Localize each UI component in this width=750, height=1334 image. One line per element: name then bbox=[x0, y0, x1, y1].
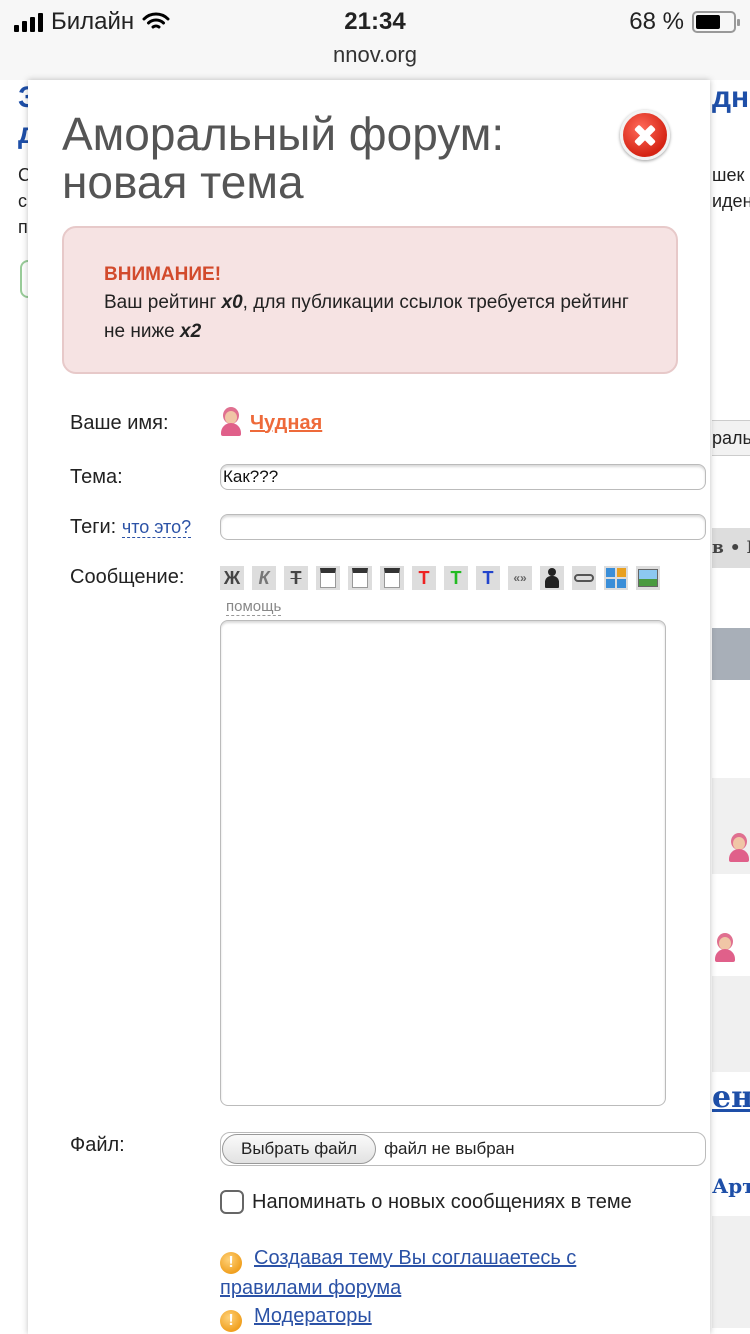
moderators-link[interactable]: Модераторы bbox=[254, 1305, 372, 1327]
blue-text-button[interactable]: Т bbox=[476, 566, 500, 590]
italic-button[interactable]: К bbox=[252, 566, 276, 590]
quote-button[interactable]: «» bbox=[508, 566, 532, 590]
current-rating: x0 bbox=[221, 292, 243, 313]
bg-avatar-2 bbox=[714, 936, 738, 962]
required-rating: x2 bbox=[180, 321, 202, 342]
user-icon bbox=[545, 568, 559, 588]
align-center-button[interactable] bbox=[348, 566, 372, 590]
rules-link[interactable]: Создавая тему Вы соглашаетесь с bbox=[254, 1247, 576, 1269]
tags-help-link[interactable]: что это? bbox=[121, 517, 192, 538]
gallery-button[interactable] bbox=[604, 566, 628, 590]
notify-label: Напоминать о новых сообщениях в теме bbox=[252, 1190, 632, 1213]
bg-strip-1: раль bbox=[712, 420, 750, 456]
address-bar-url[interactable]: nnov.org bbox=[0, 42, 750, 68]
female-user-icon bbox=[220, 410, 242, 436]
bg-strip-2: в • К bbox=[712, 528, 750, 568]
red-text-button[interactable]: Т bbox=[412, 566, 436, 590]
warning-icon: ! bbox=[220, 1310, 242, 1332]
bg-avatar-1 bbox=[728, 836, 750, 862]
new-topic-dialog: Аморальный форум: новая тема ВНИМАНИЕ! В… bbox=[28, 80, 710, 1334]
name-label: Ваше имя: bbox=[70, 412, 169, 434]
bg-link-1: ен bbox=[712, 1080, 750, 1115]
tags-label: Теги: bbox=[70, 516, 117, 538]
bg-strip-5 bbox=[712, 976, 750, 1072]
strikethrough-button[interactable]: Т bbox=[284, 566, 308, 590]
warning-text: Ваш рейтинг x0, для публикации ссылок тр… bbox=[104, 288, 636, 346]
notify-checkbox[interactable] bbox=[220, 1190, 244, 1214]
warning-title: ВНИМАНИЕ! bbox=[104, 264, 222, 285]
align-left-button[interactable] bbox=[316, 566, 340, 590]
rules-link-continued[interactable]: правилами форума bbox=[220, 1277, 401, 1299]
rules-notice: ! Создавая тему Вы соглашаетесь с правила… bbox=[220, 1244, 640, 1303]
close-icon[interactable] bbox=[620, 110, 670, 160]
warning-icon: ! bbox=[220, 1252, 242, 1274]
choose-file-button[interactable]: Выбрать файл bbox=[222, 1134, 377, 1164]
file-label: Файл: bbox=[70, 1134, 125, 1156]
document-icon bbox=[352, 568, 368, 588]
message-label: Сообщение: bbox=[70, 566, 185, 588]
editor-toolbar: Ж К Т Т Т Т «» bbox=[220, 566, 660, 590]
topic-input[interactable] bbox=[220, 464, 706, 490]
align-right-button[interactable] bbox=[380, 566, 404, 590]
topic-label: Тема: bbox=[70, 466, 123, 488]
green-text-button[interactable]: Т bbox=[444, 566, 468, 590]
battery-icon bbox=[692, 11, 740, 33]
status-right: 68 % bbox=[629, 8, 740, 36]
bg-link-2: Арт bbox=[712, 1174, 750, 1198]
user-name-link[interactable]: Чудная bbox=[250, 412, 322, 435]
bold-button[interactable]: Ж bbox=[220, 566, 244, 590]
status-bar: Билайн 21:34 nnov.org 68 % bbox=[0, 0, 750, 80]
battery-percent: 68 % bbox=[629, 8, 684, 35]
bg-strip-6 bbox=[712, 1216, 750, 1328]
warning-text-1: Ваш рейтинг bbox=[104, 292, 222, 313]
document-icon bbox=[320, 568, 336, 588]
bg-text-right: шек иден bbox=[712, 165, 750, 211]
warning-box: ВНИМАНИЕ! Ваш рейтинг x0, для публикации… bbox=[62, 226, 678, 374]
notify-option[interactable]: Напоминать о новых сообщениях в теме bbox=[220, 1190, 632, 1214]
file-status: файл не выбран bbox=[384, 1139, 515, 1158]
bg-heading-right: дны bbox=[712, 81, 750, 114]
message-textarea[interactable] bbox=[220, 620, 666, 1106]
user-info: Чудная bbox=[220, 410, 322, 436]
gallery-icon bbox=[606, 568, 626, 588]
image-icon bbox=[638, 569, 658, 587]
moderators-row: ! Модераторы bbox=[220, 1302, 640, 1332]
link-button[interactable] bbox=[572, 566, 596, 590]
user-mention-button[interactable] bbox=[540, 566, 564, 590]
tags-label-wrap: Теги: что это? bbox=[70, 516, 192, 539]
dialog-title: Аморальный форум: новая тема bbox=[62, 108, 505, 208]
image-button[interactable] bbox=[636, 566, 660, 590]
document-icon bbox=[384, 568, 400, 588]
editor-help-link[interactable]: помощь bbox=[226, 598, 282, 616]
bg-strip-3 bbox=[712, 628, 750, 680]
file-input[interactable]: Выбрать файл файл не выбран bbox=[220, 1132, 706, 1166]
link-icon bbox=[574, 574, 594, 582]
tags-input[interactable] bbox=[220, 514, 706, 540]
